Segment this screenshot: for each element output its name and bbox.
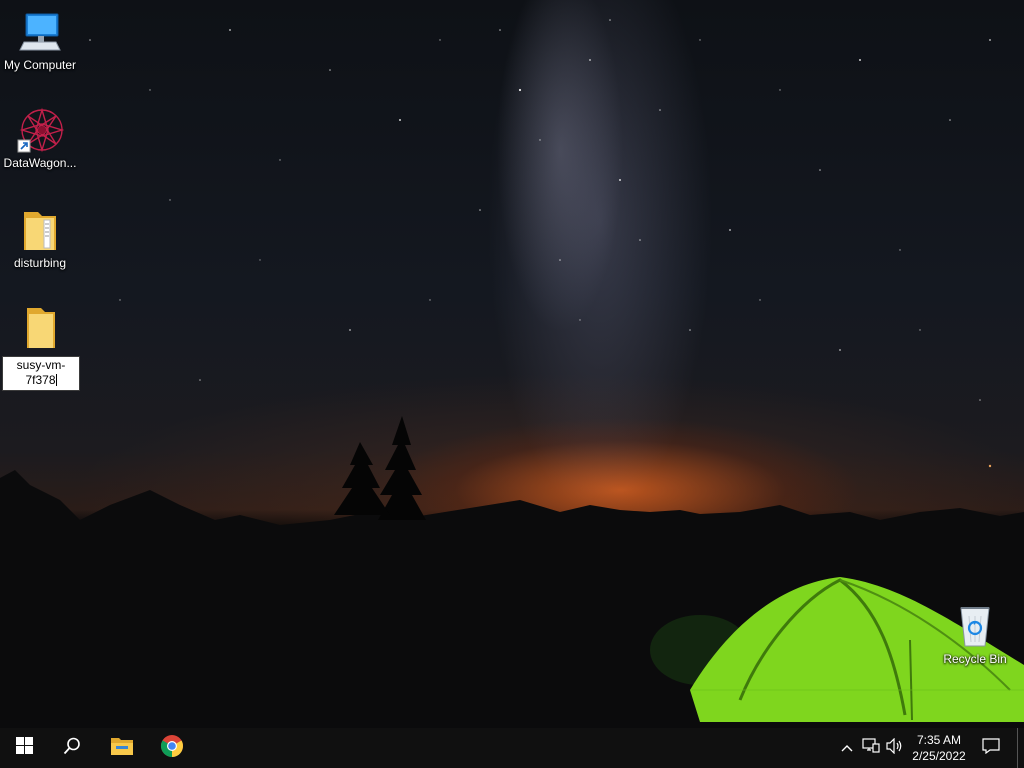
taskbar-clock[interactable]: 7:35 AM 2/25/2022 (904, 728, 974, 768)
search-button[interactable] (48, 728, 96, 768)
action-center-button[interactable] (978, 728, 1004, 768)
file-explorer-icon (110, 736, 134, 761)
taskbar-app-file-explorer[interactable] (98, 728, 146, 768)
rename-text-line2: 7f378 (25, 373, 56, 387)
stars (89, 19, 992, 468)
desktop-wallpaper (0, 0, 1024, 728)
rename-text-field[interactable]: susy-vm- 7f378 (2, 356, 80, 391)
desktop-icon-label: disturbing (13, 256, 67, 270)
action-center-icon (982, 737, 1000, 759)
folder-icon (16, 206, 64, 254)
taskbar-app-chrome[interactable] (148, 728, 196, 768)
network-icon (862, 737, 880, 759)
desktop-icon-label: Recycle Bin (943, 652, 1007, 666)
network-tray-button[interactable] (860, 728, 882, 768)
volume-tray-button[interactable] (884, 728, 906, 768)
volume-icon (886, 737, 904, 759)
desktop-icon-datawagon[interactable]: DataWagon... (0, 106, 80, 171)
search-icon (63, 737, 81, 760)
desktop-icon-recycle-bin[interactable]: Recycle Bin (935, 602, 1015, 667)
start-button[interactable] (0, 728, 48, 768)
text-caret (55, 374, 57, 386)
windows-logo-icon (15, 737, 33, 759)
chrome-icon (160, 734, 184, 763)
rename-text-line1: susy-vm- (16, 358, 66, 372)
taskbar: 7:35 AM 2/25/2022 (0, 728, 1024, 768)
pine-trees (334, 416, 426, 520)
computer-icon (16, 8, 64, 56)
wallpaper-scene (0, 19, 1024, 728)
show-hidden-icons-button[interactable] (838, 728, 856, 768)
datawagon-icon (16, 106, 65, 154)
desktop-icon-label: My Computer (3, 58, 77, 72)
desktop-icon-folder-renaming[interactable]: susy-vm- 7f378 (1, 306, 81, 391)
show-desktop-button[interactable] (1017, 728, 1024, 768)
recycle-bin-icon (951, 602, 999, 650)
folder-icon (17, 306, 65, 354)
desktop-icon-label: DataWagon... (3, 156, 77, 170)
clock-date: 2/25/2022 (912, 749, 966, 763)
chevron-up-icon (841, 739, 853, 757)
clock-time: 7:35 AM (916, 733, 962, 747)
desktop-icon-my-computer[interactable]: My Computer (0, 8, 80, 73)
desktop-icon-folder-disturbing[interactable]: disturbing (0, 206, 80, 271)
